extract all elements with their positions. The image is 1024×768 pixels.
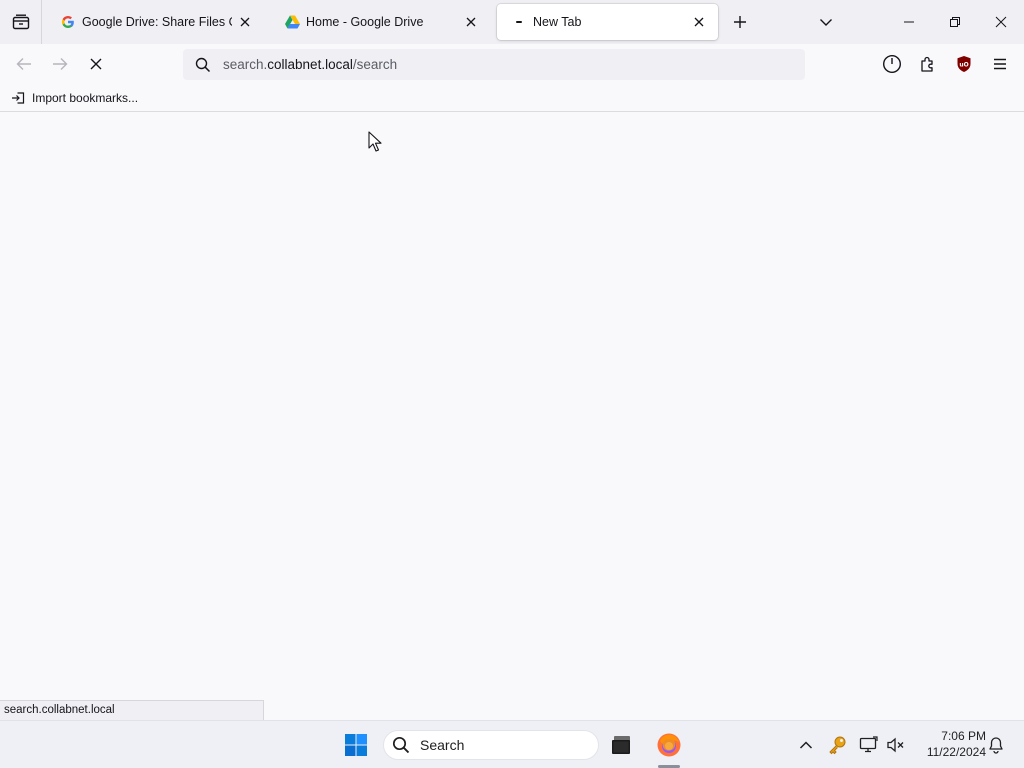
url-bar[interactable]: search.collabnet.local/search	[183, 49, 805, 80]
taskbar: Search 7:06 PM 11/22/2024	[0, 720, 1024, 768]
tab-strip: Google Drive: Share Files Online Home - …	[0, 0, 1024, 44]
firefox-account-button[interactable]	[878, 50, 906, 78]
terminal-app-button[interactable]	[606, 729, 638, 761]
restore-icon	[950, 17, 960, 27]
minimize-button[interactable]	[886, 0, 932, 44]
minimize-icon	[904, 21, 914, 23]
tray-network-button[interactable]	[857, 733, 881, 757]
url-text[interactable]: search.collabnet.local/search	[223, 57, 397, 72]
ublock-shield-icon: uO	[957, 56, 971, 72]
import-bookmarks-label: Import bookmarks...	[32, 91, 139, 105]
stop-button[interactable]	[82, 50, 110, 78]
back-button[interactable]	[10, 50, 38, 78]
ublock-origin-button[interactable]: uO	[950, 50, 978, 78]
close-window-button[interactable]	[978, 0, 1024, 44]
app-menu-button[interactable]	[986, 50, 1014, 78]
navigation-toolbar: search.collabnet.local/search uO	[0, 44, 1024, 84]
new-tab-button[interactable]	[726, 8, 754, 36]
chevron-down-icon	[820, 19, 832, 26]
volume-muted-icon	[887, 737, 904, 753]
tab-title: Home - Google Drive	[306, 15, 424, 29]
list-all-tabs-button[interactable]	[812, 8, 840, 36]
windows-logo-icon	[345, 734, 367, 756]
taskbar-search-box[interactable]: Search	[383, 730, 599, 760]
url-path: /search	[352, 57, 398, 72]
url-prefix: search.	[223, 57, 268, 72]
firefox-app-button[interactable]	[653, 729, 685, 761]
close-icon[interactable]	[690, 13, 708, 31]
close-icon	[995, 16, 1007, 28]
back-arrow-icon	[16, 58, 31, 70]
search-icon	[183, 57, 223, 73]
import-bookmarks-button[interactable]: Import bookmarks...	[10, 88, 138, 108]
forward-button[interactable]	[46, 50, 74, 78]
taskbar-search-label: Search	[420, 737, 465, 753]
search-icon	[392, 736, 410, 754]
mouse-cursor-icon	[368, 131, 382, 152]
tab-google-drive-share[interactable]: Google Drive: Share Files Online	[46, 4, 264, 40]
show-hidden-icons-button[interactable]	[794, 733, 818, 757]
stop-icon	[90, 58, 102, 70]
plus-icon	[734, 16, 746, 28]
firefox-logo-icon	[657, 733, 681, 757]
forward-arrow-icon	[53, 58, 68, 70]
tray-volume-button[interactable]	[884, 733, 908, 757]
hamburger-menu-icon	[994, 58, 1006, 70]
import-icon	[10, 90, 26, 106]
start-button[interactable]	[340, 729, 372, 761]
google-drive-icon	[284, 14, 300, 30]
chevron-up-icon	[799, 741, 813, 749]
tab-google-drive-home[interactable]: Home - Google Drive	[270, 4, 490, 40]
loading-dot-icon	[511, 14, 527, 30]
puzzle-icon	[921, 56, 933, 72]
status-panel: search.collabnet.local	[0, 700, 264, 720]
tab-new-tab[interactable]: New Tab	[497, 4, 718, 40]
taskbar-clock[interactable]: 7:06 PM 11/22/2024	[914, 728, 986, 760]
google-g-icon	[60, 14, 76, 30]
close-icon[interactable]	[236, 13, 254, 31]
terminal-icon	[612, 736, 630, 754]
tab-title: Google Drive: Share Files Online	[82, 15, 232, 29]
firefox-view-icon	[12, 14, 29, 30]
tab-title: New Tab	[533, 15, 582, 29]
notifications-button[interactable]	[984, 733, 1008, 757]
url-domain: collabnet.local	[267, 57, 353, 72]
close-icon[interactable]	[462, 13, 480, 31]
tray-key-app-button[interactable]	[826, 733, 850, 757]
restore-button[interactable]	[932, 0, 978, 44]
key-icon	[829, 736, 846, 755]
clock-time: 7:06 PM	[941, 729, 986, 743]
extensions-button[interactable]	[914, 50, 942, 78]
network-display-icon	[859, 736, 878, 753]
account-sync-icon	[882, 54, 902, 74]
svg-text:uO: uO	[959, 62, 968, 69]
clock-date: 11/22/2024	[926, 745, 986, 759]
firefox-view-button[interactable]	[0, 0, 42, 44]
bookmarks-toolbar: Import bookmarks...	[0, 84, 1024, 112]
bell-icon	[989, 737, 1003, 754]
page-content	[0, 113, 1024, 720]
